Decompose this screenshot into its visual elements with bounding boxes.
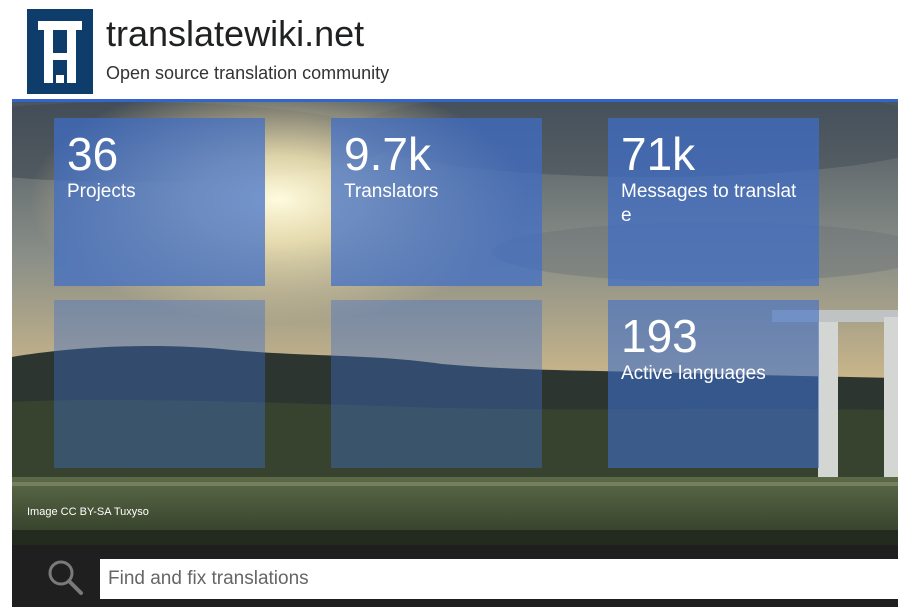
empty-tile — [54, 300, 265, 468]
stat-tile-messages[interactable]: 71k Messages to translate — [608, 118, 819, 286]
messages-label: Messages to translate — [621, 181, 797, 226]
messages-count: 71k — [621, 128, 696, 180]
translatewiki-logo-icon[interactable] — [27, 9, 93, 94]
translators-count: 9.7k — [344, 128, 431, 180]
projects-count: 36 — [67, 128, 119, 180]
stat-tile-languages[interactable]: 193 Active languages — [608, 300, 819, 468]
site-header: translatewiki.net Open source translatio… — [0, 0, 898, 99]
languages-count: 193 — [621, 310, 698, 362]
image-credit[interactable]: Image CC BY-SA Tuxyso — [27, 506, 149, 518]
search-input[interactable] — [100, 559, 898, 599]
stat-tile-translators[interactable]: 9.7k Translators — [331, 118, 542, 286]
site-tagline: Open source translation community — [106, 63, 390, 83]
stat-tile-projects[interactable]: 36 Projects — [54, 118, 265, 286]
projects-label: Projects — [67, 181, 136, 202]
hero-banner: 36 Projects 9.7k Translators 71k Message… — [12, 102, 898, 545]
page: translatewiki.net Open source translatio… — [0, 0, 898, 607]
languages-label: Active languages — [621, 363, 766, 384]
search-icon[interactable] — [45, 557, 85, 597]
empty-tile — [331, 300, 542, 468]
translators-label: Translators — [344, 181, 439, 202]
site-title[interactable]: translatewiki.net — [106, 14, 364, 54]
search-bar — [12, 545, 898, 607]
